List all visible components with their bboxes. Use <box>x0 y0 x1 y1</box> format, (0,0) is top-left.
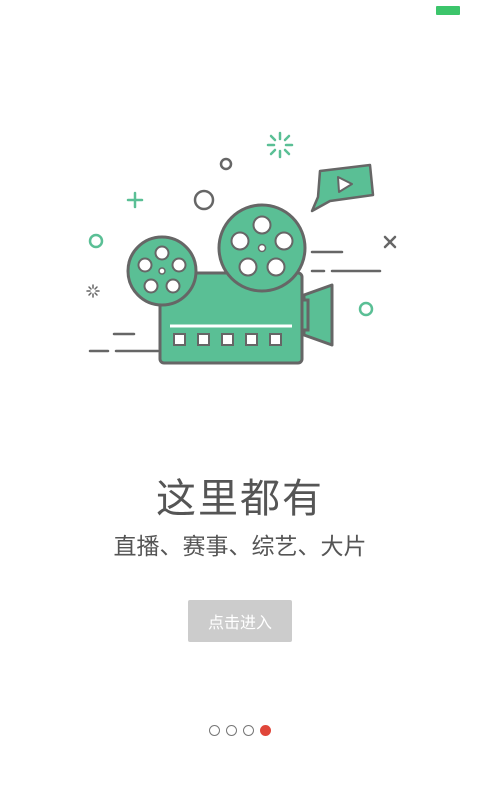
page-dot[interactable] <box>209 725 220 736</box>
page-dot[interactable] <box>243 725 254 736</box>
splash-screen: 这里都有 直播、赛事、综艺、大片 点击进入 <box>0 0 480 800</box>
page-title: 这里都有 <box>156 476 324 522</box>
battery-icon <box>436 6 460 15</box>
page-indicator <box>0 725 480 736</box>
page-dot[interactable] <box>226 725 237 736</box>
page-subtitle: 直播、赛事、综艺、大片 <box>113 534 367 560</box>
page-dot-active[interactable] <box>260 725 271 736</box>
enter-button[interactable]: 点击进入 <box>188 600 292 642</box>
film-camera-icon <box>86 131 397 365</box>
